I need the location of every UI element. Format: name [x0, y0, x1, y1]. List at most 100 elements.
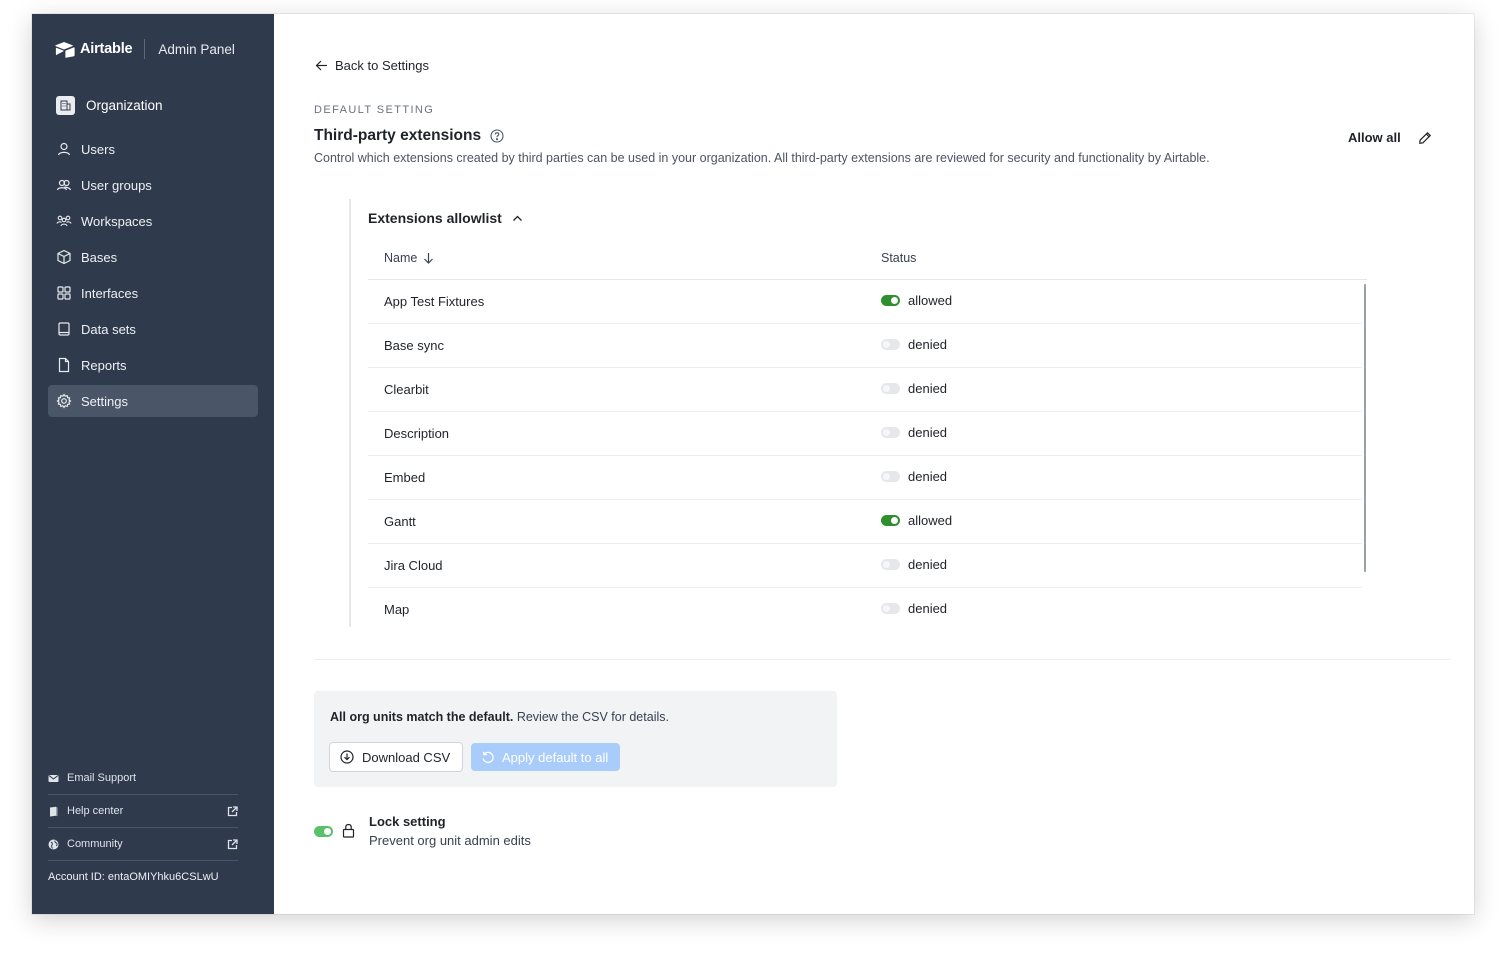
sidebar-item-reports[interactable]: Reports [48, 349, 258, 381]
page-title: Third-party extensions [314, 127, 504, 145]
table-row: Gantt allowed [368, 500, 1362, 544]
account-id: Account ID: entaOMIYhku6CSLwU [48, 871, 219, 883]
extension-name: Map [384, 602, 410, 617]
status-label: denied [908, 601, 948, 616]
airtable-logo-icon [55, 41, 75, 58]
mail-icon [48, 774, 59, 782]
email-support-link[interactable]: Email Support [48, 762, 238, 795]
sidebar-item-label: Users [81, 141, 115, 157]
org-units-notice: All org units match the default. Review … [314, 691, 837, 787]
toggle-switch[interactable] [881, 295, 900, 306]
undo-icon [482, 751, 494, 764]
extension-name: Clearbit [384, 382, 429, 397]
lock-toggle[interactable] [314, 826, 333, 837]
user-icon [57, 142, 71, 156]
notice-text: All org units match the default. Review … [330, 710, 669, 724]
apply-default-button[interactable]: Apply default to all [471, 743, 621, 771]
sidebar-footer: Email Support Help center Community Acco… [48, 762, 238, 883]
sidebar-item-label: Data sets [81, 321, 136, 337]
status-toggle[interactable]: denied [881, 337, 947, 352]
status-toggle[interactable]: denied [881, 601, 947, 616]
status-toggle[interactable]: allowed [881, 513, 952, 528]
status-label: allowed [908, 513, 953, 528]
status-label: denied [908, 337, 948, 352]
brand: Airtable Admin Panel [55, 39, 235, 59]
sidebar-item-label: Workspaces [81, 213, 153, 229]
brand-name: Airtable [80, 41, 133, 57]
table-row: Clearbit denied [368, 368, 1362, 412]
help-circle-icon[interactable] [490, 129, 504, 143]
sidebar-item-users[interactable]: Users [48, 133, 258, 165]
book-icon [50, 806, 58, 816]
back-label: Back to Settings [335, 58, 429, 73]
status-label: denied [908, 557, 948, 572]
lock-setting: Lock setting Prevent org unit admin edit… [314, 814, 531, 848]
allow-all-label: Allow all [1348, 130, 1401, 145]
main-content: Back to Settings DEFAULT SETTING Third-p… [274, 14, 1474, 914]
toggle-switch[interactable] [881, 339, 900, 350]
arrow-left-icon [315, 60, 327, 71]
sidebar-item-workspaces[interactable]: Workspaces [48, 205, 258, 237]
table-scrollbar[interactable] [1364, 284, 1366, 572]
column-header-name[interactable]: Name [384, 251, 434, 265]
email-support-label: Email Support [67, 772, 137, 784]
lock-title: Lock setting [369, 814, 446, 829]
external-link-icon [227, 838, 238, 849]
back-to-settings-link[interactable]: Back to Settings [315, 58, 429, 73]
panel-title: Admin Panel [158, 41, 235, 57]
table-body: App Test Fixtures allowed Base sync deni… [368, 280, 1362, 632]
help-center-link[interactable]: Help center [48, 795, 238, 828]
download-csv-label: Download CSV [362, 749, 451, 765]
sort-down-icon [424, 253, 434, 264]
community-link[interactable]: Community [48, 828, 238, 861]
lock-text: Lock setting Prevent org unit admin edit… [369, 814, 531, 848]
notice-bold: All org units match the default. [330, 710, 514, 724]
airtable-logo[interactable]: Airtable [55, 41, 133, 58]
status-toggle[interactable]: denied [881, 425, 947, 440]
chevron-up-icon [512, 215, 522, 221]
sidebar-nav: Users User groups Workspaces Bases Inter… [48, 133, 258, 421]
notice-rest: Review the CSV for details. [513, 710, 669, 724]
status-toggle[interactable]: denied [881, 381, 947, 396]
toggle-switch[interactable] [881, 559, 900, 570]
status-label: allowed [908, 293, 953, 308]
gear-icon [56, 393, 72, 409]
sidebar-item-organization[interactable]: Organization [56, 96, 163, 115]
sidebar-item-bases[interactable]: Bases [48, 241, 258, 273]
extensions-allowlist: Extensions allowlist Name Status App Tes… [349, 199, 1367, 627]
lock-icon [342, 823, 355, 838]
status-label: denied [908, 425, 948, 440]
extension-name: Embed [384, 470, 426, 485]
apply-default-label: Apply default to all [502, 749, 609, 765]
sidebar-item-settings[interactable]: Settings [48, 385, 258, 417]
toggle-switch[interactable] [881, 515, 900, 526]
sidebar-item-interfaces[interactable]: Interfaces [48, 277, 258, 309]
column-name-label: Name [384, 251, 418, 265]
sidebar-item-label: Bases [81, 249, 118, 265]
globe-icon [48, 839, 59, 849]
page-title-text: Third-party extensions [314, 127, 482, 144]
allow-all-setting[interactable]: Allow all [1348, 130, 1432, 145]
status-toggle[interactable]: allowed [881, 293, 952, 308]
toggle-switch[interactable] [881, 603, 900, 614]
table-row: Embed denied [368, 456, 1362, 500]
grid-icon [57, 286, 71, 300]
brand-divider [144, 39, 146, 59]
table-row: Jira Cloud denied [368, 544, 1362, 588]
sidebar-item-data-sets[interactable]: Data sets [48, 313, 258, 345]
toggle-switch[interactable] [881, 383, 900, 394]
sidebar-item-user-groups[interactable]: User groups [48, 169, 258, 201]
status-toggle[interactable]: denied [881, 469, 947, 484]
sidebar-item-label: Interfaces [81, 285, 139, 301]
toggle-switch[interactable] [881, 427, 900, 438]
table-row: Map denied [368, 588, 1362, 632]
sidebar-item-label: Settings [81, 393, 128, 409]
allowlist-toggle[interactable]: Extensions allowlist [368, 210, 523, 226]
toggle-switch[interactable] [881, 471, 900, 482]
pencil-icon[interactable] [1418, 131, 1432, 145]
app-window: Airtable Admin Panel Organization Users … [32, 14, 1474, 914]
extension-name: Gantt [384, 514, 416, 529]
download-csv-button[interactable]: Download CSV [329, 742, 464, 772]
table-header: Name Status [368, 235, 1367, 280]
status-toggle[interactable]: denied [881, 557, 947, 572]
